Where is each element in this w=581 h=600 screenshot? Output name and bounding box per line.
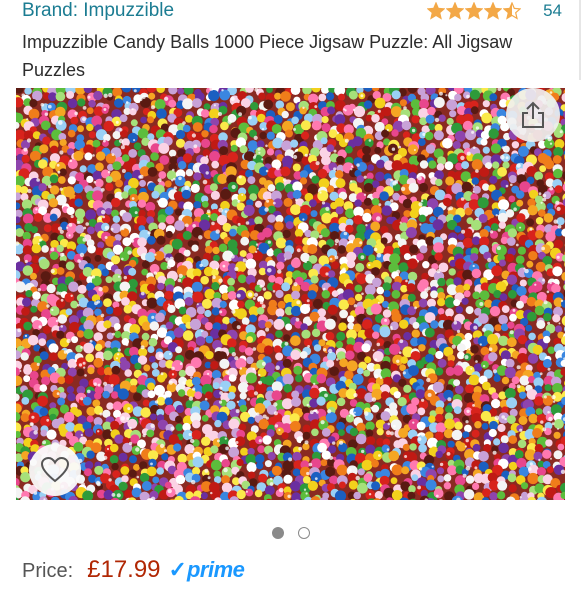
candy-balls-image [16,88,565,500]
star-icon [446,2,465,20]
rating-summary[interactable]: 54 [427,0,562,22]
star-icon [465,2,484,20]
product-header: Brand: Impuzzible 54 [22,0,562,24]
gallery-dot-1[interactable] [271,527,284,539]
price-value: £17.99 [87,556,161,583]
gallery-pagination [0,527,581,541]
share-icon [522,101,544,128]
prime-check-icon: ✓ [168,557,187,582]
prime-label: prime [186,557,245,582]
product-title: Impuzzible Candy Balls 1000 Piece Jigsaw… [22,32,513,80]
price-label: Price: [22,560,74,582]
price-row: Price: £17.99 ✓ prime [22,556,245,590]
share-button[interactable] [506,88,560,142]
star-icon [427,2,446,20]
brand-link[interactable]: Brand: Impuzzible [22,0,174,22]
gallery-dot-2[interactable] [297,527,310,539]
heart-icon [40,456,70,483]
rating-count[interactable]: 54 [543,0,562,22]
favorite-button[interactable] [29,444,81,496]
star-rating [427,2,522,20]
star-icon [503,2,522,20]
product-image[interactable] [16,88,565,500]
prime-badge[interactable]: ✓ prime [169,557,245,583]
star-icon [484,2,503,20]
